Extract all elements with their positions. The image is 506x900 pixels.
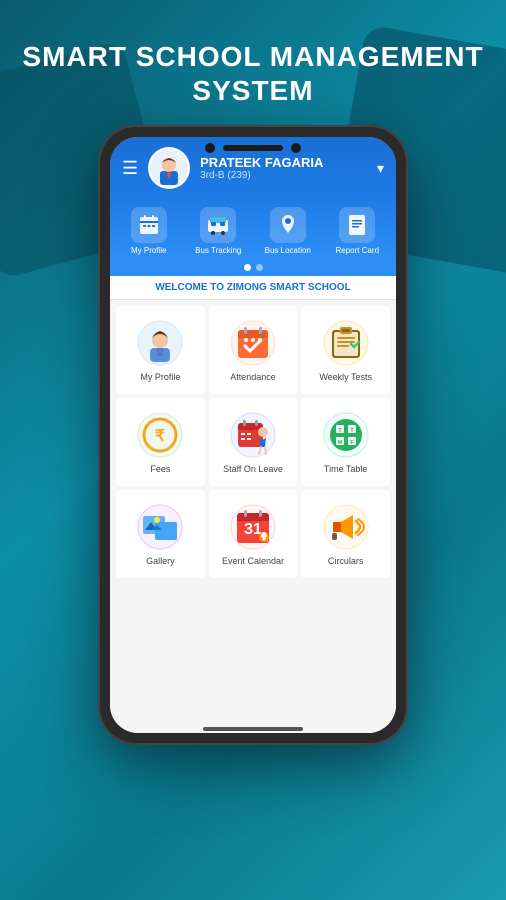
grid-row-1: My Profile <box>114 304 392 396</box>
welcome-text: WELCOME TO ZIMONG SMART SCHOOL <box>122 282 384 293</box>
app-title-line2: SYSTEM <box>192 75 313 106</box>
svg-text:T: T <box>338 428 341 434</box>
gallery-label: Gallery <box>146 556 175 566</box>
phone-speaker <box>223 145 283 151</box>
grid-item-circulars[interactable]: Circulars <box>301 490 390 578</box>
nav-label-bus-location: Bus Location <box>265 246 311 255</box>
staff-on-leave-label: Staff On Leave <box>223 464 283 474</box>
app-title-line1: SMART SCHOOL MANAGEMENT <box>22 41 483 72</box>
svg-text:₹: ₹ <box>155 428 165 445</box>
grid-item-time-table[interactable]: T T M F Time Table <box>301 398 390 486</box>
user-class: 3rd-B (239) <box>200 170 367 181</box>
nav-label-bus-tracking: Bus Tracking <box>195 246 241 255</box>
event-calendar-icon: 31 <box>228 502 278 552</box>
event-calendar-label: Event Calendar <box>222 556 284 566</box>
grid-item-gallery[interactable]: Gallery <box>116 490 205 578</box>
leaves-icon <box>131 207 167 243</box>
dot-2 <box>256 264 263 271</box>
phone-camera <box>205 143 215 153</box>
bus-tracking-icon <box>200 207 236 243</box>
nav-icons-row: My Profile Bus Tracking Bus Location Rep… <box>110 199 396 259</box>
svg-text:M: M <box>338 440 342 446</box>
grid-item-event-calendar[interactable]: 31 Event Calendar <box>209 490 298 578</box>
weekly-tests-label: Weekly Tests <box>319 372 372 382</box>
avatar-svg <box>150 149 188 187</box>
phone-frame: ☰ PRATEEK FAGARIA 3rd-B (239) <box>98 125 408 745</box>
dot-1 <box>244 264 251 271</box>
dots-indicator <box>110 259 396 276</box>
attendance-label: Attendance <box>230 372 276 382</box>
grid-item-weekly-tests[interactable]: Weekly Tests <box>301 306 390 394</box>
nav-item-leaves[interactable]: My Profile <box>114 207 184 255</box>
dropdown-arrow-icon[interactable]: ▾ <box>377 160 384 177</box>
grid-item-fees[interactable]: ₹ Fees <box>116 398 205 486</box>
user-info: PRATEEK FAGARIA 3rd-B (239) <box>200 155 367 181</box>
time-table-label: Time Table <box>324 464 368 474</box>
fees-icon: ₹ <box>135 410 185 460</box>
user-name: PRATEEK FAGARIA <box>200 155 367 170</box>
menu-icon[interactable]: ☰ <box>122 158 138 179</box>
nav-label-leaves: My Profile <box>131 246 167 255</box>
welcome-banner: WELCOME TO ZIMONG SMART SCHOOL <box>110 276 396 300</box>
report-card-icon <box>339 207 375 243</box>
app-title: SMART SCHOOL MANAGEMENT SYSTEM <box>22 40 483 107</box>
phone-screen: ☰ PRATEEK FAGARIA 3rd-B (239) <box>110 137 396 733</box>
gallery-icon <box>135 502 185 552</box>
grid-item-attendance[interactable]: Attendance <box>209 306 298 394</box>
my-profile-icon <box>135 318 185 368</box>
attendance-icon <box>228 318 278 368</box>
avatar <box>148 147 190 189</box>
bus-location-icon <box>270 207 306 243</box>
circulars-icon <box>321 502 371 552</box>
svg-text:T: T <box>350 428 353 434</box>
fees-label: Fees <box>150 464 170 474</box>
grid-item-staff-on-leave[interactable]: Staff On Leave <box>209 398 298 486</box>
nav-label-report-card: Report Card <box>335 246 379 255</box>
circulars-label: Circulars <box>328 556 364 566</box>
my-profile-label: My Profile <box>140 372 180 382</box>
grid-item-my-profile[interactable]: My Profile <box>116 306 205 394</box>
grid-row-3: Gallery 31 <box>114 488 392 580</box>
phone-camera-2 <box>291 143 301 153</box>
nav-item-report-card[interactable]: Report Card <box>323 207 393 255</box>
staff-on-leave-icon <box>228 410 278 460</box>
time-table-icon: T T M F <box>321 410 371 460</box>
grid-menu: My Profile <box>110 300 396 733</box>
phone-top-bar <box>205 143 301 153</box>
phone-bottom-bar <box>203 727 303 731</box>
nav-item-bus-tracking[interactable]: Bus Tracking <box>184 207 254 255</box>
svg-text:F: F <box>350 440 353 446</box>
grid-row-2: ₹ Fees <box>114 396 392 488</box>
weekly-tests-icon <box>321 318 371 368</box>
nav-item-bus-location[interactable]: Bus Location <box>253 207 323 255</box>
